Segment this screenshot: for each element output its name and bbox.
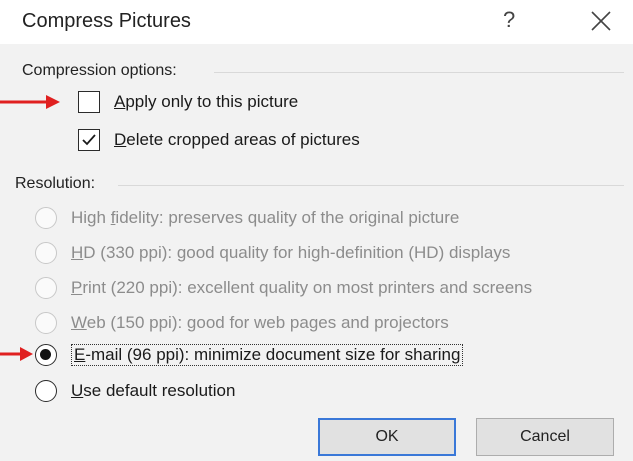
radio-button bbox=[35, 277, 57, 299]
radio-default-resolution[interactable]: Use default resolution bbox=[35, 380, 235, 402]
radio-button-selected[interactable] bbox=[35, 344, 57, 366]
compression-options-label: Compression options: bbox=[22, 62, 177, 79]
radio-hd-330: HD (330 ppi): good quality for high-defi… bbox=[35, 242, 510, 264]
radio-label: E-mail (96 ppi): minimize document size … bbox=[71, 344, 464, 366]
delete-cropped-checkbox[interactable] bbox=[78, 129, 100, 151]
red-arrow-icon bbox=[0, 95, 60, 109]
radio-label: High fidelity: preserves quality of the … bbox=[71, 208, 460, 227]
radio-web-150: Web (150 ppi): good for web pages and pr… bbox=[35, 312, 449, 334]
apply-only-option[interactable]: Apply only to this picture bbox=[78, 91, 298, 113]
radio-label: Print (220 ppi): excellent quality on mo… bbox=[71, 278, 533, 297]
radio-label: HD (330 ppi): good quality for high-defi… bbox=[71, 243, 511, 262]
resolution-label: Resolution: bbox=[15, 175, 96, 192]
radio-email-96[interactable]: E-mail (96 ppi): minimize document size … bbox=[35, 344, 464, 366]
close-button[interactable] bbox=[584, 4, 616, 36]
ok-button[interactable]: OK bbox=[318, 418, 456, 456]
delete-cropped-option[interactable]: Delete cropped areas of pictures bbox=[78, 129, 360, 151]
checkmark-icon bbox=[82, 134, 96, 146]
title-bar: Compress Pictures ? bbox=[0, 0, 633, 44]
cancel-button[interactable]: Cancel bbox=[476, 418, 614, 456]
radio-button bbox=[35, 242, 57, 264]
apply-only-label: Apply only to this picture bbox=[114, 92, 299, 111]
red-arrow-icon bbox=[0, 347, 33, 361]
delete-cropped-label: Delete cropped areas of pictures bbox=[114, 130, 360, 149]
dialog-title: Compress Pictures bbox=[22, 10, 191, 32]
radio-button bbox=[35, 207, 57, 229]
apply-only-checkbox[interactable] bbox=[78, 91, 100, 113]
radio-dot bbox=[40, 349, 51, 360]
radio-label: Web (150 ppi): good for web pages and pr… bbox=[71, 313, 449, 332]
radio-button[interactable] bbox=[35, 380, 57, 402]
compress-pictures-dialog: Compress Pictures ? Compression options:… bbox=[0, 0, 633, 461]
radio-label: Use default resolution bbox=[71, 381, 236, 400]
radio-high-fidelity: High fidelity: preserves quality of the … bbox=[35, 207, 459, 229]
close-icon bbox=[591, 11, 611, 31]
radio-print-220: Print (220 ppi): excellent quality on mo… bbox=[35, 277, 532, 299]
resolution-divider bbox=[118, 185, 624, 186]
help-button[interactable]: ? bbox=[503, 7, 515, 33]
compression-divider bbox=[214, 72, 624, 73]
radio-button bbox=[35, 312, 57, 334]
